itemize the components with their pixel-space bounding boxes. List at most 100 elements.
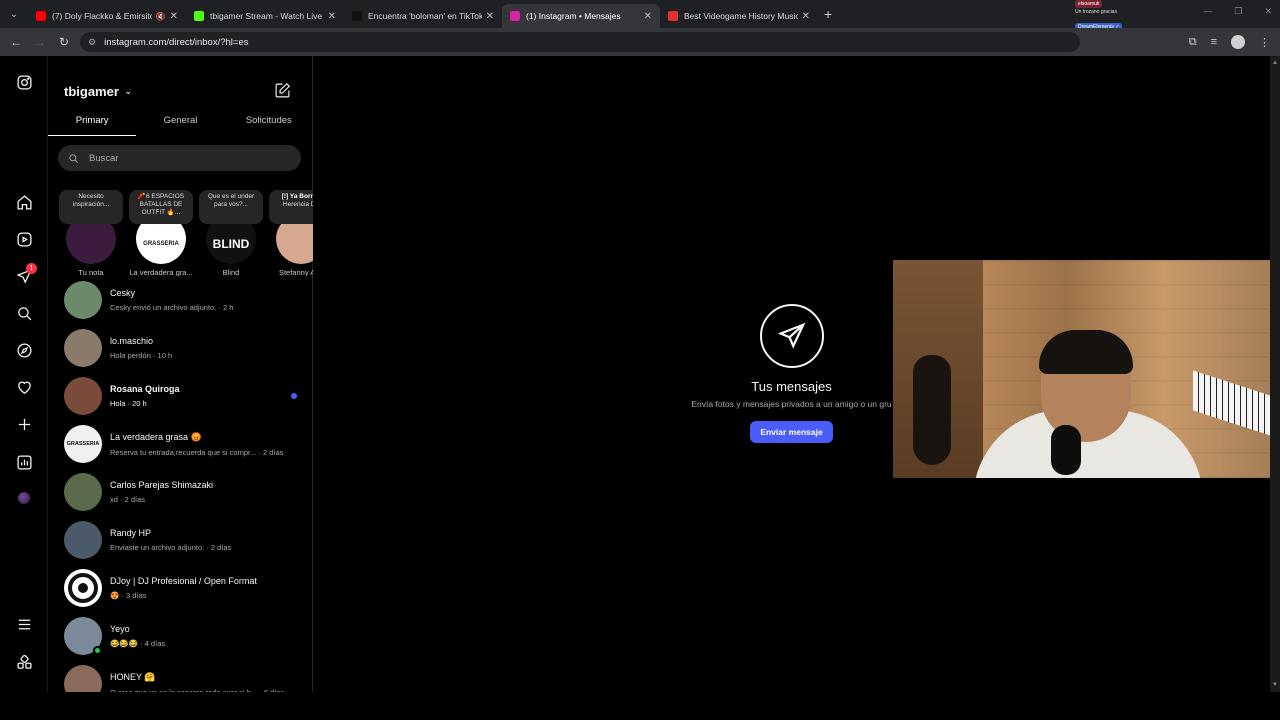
tab-close-icon[interactable]: ✕ (170, 11, 178, 22)
account-switcher[interactable]: tbigamer ⌄ (64, 84, 132, 99)
conversation-avatar (64, 569, 102, 607)
note-name: La verdadera gra... (129, 268, 193, 276)
conversation-text: lo.maschio Hola perdón · 10 h (110, 336, 313, 360)
conversation-preview: Reserva tu entrada,recuerda que si compr… (110, 447, 284, 457)
tab-general[interactable]: General (136, 110, 224, 136)
tab-mute-icon[interactable]: 🔇 (156, 12, 166, 21)
online-indicator (93, 646, 102, 655)
browser-tab[interactable]: (7) Doly Flackko & Emirsito 🔇 ✕ (28, 4, 186, 28)
note-item[interactable]: Que es el under para vos?... BLIND Blind (198, 190, 264, 276)
note-item[interactable]: [!] Ya BorracHerencia De Stefanny Ave (268, 190, 313, 276)
conversation-name: La verdadera grasa 😡 (110, 431, 202, 442)
dashboard-icon[interactable] (14, 452, 34, 472)
tab-title: (7) Doly Flackko & Emirsito (52, 11, 152, 21)
instagram-logo-icon[interactable] (14, 72, 34, 92)
new-message-icon[interactable] (274, 82, 291, 104)
tab-close-icon[interactable]: ✕ (486, 11, 494, 22)
conversation-list: Cesky Cesky envió un archivo adjunto. · 2… (48, 276, 313, 708)
conversation-row[interactable]: GRASSERIA La verdadera grasa 😡 Reserva tu … (48, 420, 313, 468)
tab-title: tbigamer Stream - Watch Live o (210, 11, 324, 21)
conversation-avatar (64, 329, 102, 367)
target-logo-icon (68, 573, 98, 603)
messages-badge: 1 (26, 263, 37, 274)
reels-icon[interactable] (14, 229, 34, 249)
note-avatar-logo: BLIND (212, 237, 250, 251)
messages-icon[interactable]: 1 (14, 263, 37, 286)
tab-search-button[interactable]: ⌄ (0, 0, 28, 28)
conversation-preview: xd · 2 días (110, 495, 146, 504)
forward-icon[interactable]: → (28, 35, 52, 49)
notifications-heart-icon[interactable] (14, 377, 34, 397)
conversation-row[interactable]: Rosana Quiroga Hola · 20 h (48, 372, 313, 420)
tab-requests[interactable]: Solicitudes (225, 110, 313, 136)
avatar-logo: GRASSERIA (66, 441, 100, 447)
create-plus-icon[interactable] (14, 414, 34, 434)
search-nav-icon[interactable] (14, 303, 34, 323)
tab-title: (1) Instagram • Mensajes (526, 11, 621, 21)
back-icon[interactable]: ← (4, 35, 28, 49)
tab-primary[interactable]: Primary (48, 110, 137, 136)
tab-close-icon[interactable]: ✕ (802, 11, 810, 22)
scroll-up-icon[interactable]: ▲ (1272, 60, 1278, 66)
browser-tab[interactable]: (1) Instagram • Mensajes ✕ (502, 4, 660, 28)
send-message-button[interactable]: Enviar mensaje (750, 421, 833, 443)
tab-close-icon[interactable]: ✕ (644, 11, 652, 22)
more-menu-icon[interactable] (14, 614, 34, 634)
restore-icon[interactable]: ❐ (1234, 6, 1242, 17)
youtube-favicon-icon (36, 11, 46, 21)
conversation-name: lo.maschio (110, 336, 154, 346)
note-text: Herencia De (282, 201, 313, 208)
browser-tab[interactable]: Encuentra 'boloman' en TikTok ✕ (344, 4, 502, 28)
tab-close-icon[interactable]: ✕ (328, 11, 336, 22)
close-window-icon[interactable]: ✕ (1264, 6, 1272, 17)
reload-icon[interactable]: ↻ (52, 35, 76, 49)
note-avatar (276, 222, 313, 264)
note-bubble: [!] Ya BorracHerencia De (269, 190, 313, 224)
conversation-preview: 😍 · 3 días (110, 591, 147, 600)
note-name: Tu nota (78, 268, 104, 276)
conversation-text: Randy HP Enviaste un archivo adjunto. · 2… (110, 528, 313, 552)
new-tab-button[interactable]: + (824, 6, 832, 22)
browser-tab[interactable]: tbigamer Stream - Watch Live o ✕ (186, 4, 344, 28)
note-avatar: BLIND (206, 222, 256, 264)
note-avatar (66, 222, 116, 264)
conversation-row[interactable]: DJoy | DJ Profesional / Open Format 😍 · 3… (48, 564, 313, 612)
note-item[interactable]: 🧨6 ESPACIOS BATALLAS DE OUTFIT 🔥... GRASS… (128, 190, 194, 276)
conversation-preview: Hola perdón · 10 h (110, 351, 173, 360)
browser-tab[interactable]: Best Videogame History Music ✕ (660, 4, 818, 28)
note-text: Necesito inspiración... (72, 193, 110, 208)
conversation-name: Rosana Quiroga (110, 384, 180, 394)
browser-menu-icon[interactable]: ⋮ (1259, 36, 1270, 49)
site-info-icon[interactable]: ⚙ (88, 37, 96, 48)
conversation-avatar (64, 377, 102, 415)
microphone (1051, 425, 1081, 475)
search-input[interactable] (89, 152, 289, 164)
profile-avatar[interactable] (1231, 35, 1245, 49)
note-item[interactable]: Necesito inspiración... Tu nota (58, 190, 124, 276)
reading-list-icon[interactable]: ≡ (1211, 36, 1217, 48)
note-avatar: GRASSERIA (136, 222, 186, 264)
minimize-icon[interactable]: — (1203, 6, 1212, 17)
bottom-bar (0, 692, 1280, 720)
scroll-down-icon[interactable]: ▼ (1272, 682, 1278, 688)
also-from-meta-icon[interactable] (14, 652, 34, 672)
search-box[interactable] (58, 145, 301, 171)
address-bar[interactable]: ⚙ instagram.com/direct/inbox/?hl=es (80, 32, 1080, 52)
conversation-preview: 😂😂😂 · 4 días (110, 639, 166, 648)
conversation-row[interactable]: Yeyo 😂😂😂 · 4 días (48, 612, 313, 660)
conversation-row[interactable]: Cesky Cesky envió un archivo adjunto. · 2… (48, 276, 313, 324)
tab-title: Encuentra 'boloman' en TikTok (368, 11, 482, 21)
send-message-icon (759, 304, 824, 368)
profile-avatar-nav[interactable] (18, 492, 30, 504)
install-app-icon[interactable]: ⧉ (1189, 36, 1197, 49)
page-scrollbar[interactable]: ▲ ▼ (1270, 56, 1280, 692)
conversation-row[interactable]: lo.maschio Hola perdón · 10 h (48, 324, 313, 372)
kick-favicon-icon (194, 11, 204, 21)
conversation-preview: Hola · 20 h (110, 399, 147, 408)
home-icon[interactable] (14, 192, 34, 212)
note-bubble: 🧨6 ESPACIOS BATALLAS DE OUTFIT 🔥... (129, 190, 193, 224)
conversation-row[interactable]: Randy HP Enviaste un archivo adjunto. · 2… (48, 516, 313, 564)
conversation-text: Yeyo 😂😂😂 · 4 días (110, 624, 313, 648)
conversation-row[interactable]: Carlos Parejas Shimazaki xd · 2 días (48, 468, 313, 516)
explore-icon[interactable] (14, 340, 34, 360)
